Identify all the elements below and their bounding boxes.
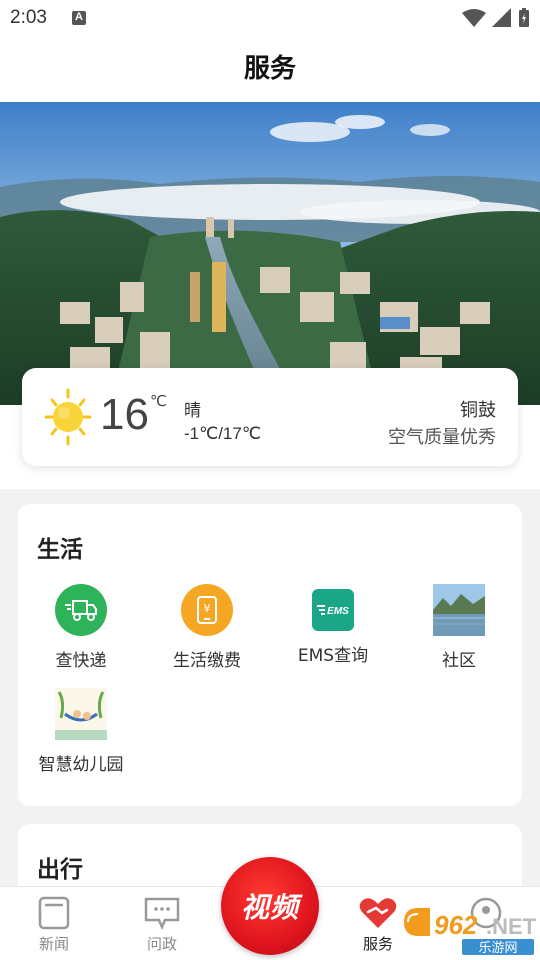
- svg-text:.NET: .NET: [486, 914, 536, 939]
- tab-label: 问政: [146, 935, 177, 953]
- service-smart-kindergarten[interactable]: 智慧幼儿园: [18, 688, 144, 775]
- ems-icon: EMS: [312, 589, 354, 631]
- service-express-tracking[interactable]: 查快递: [18, 584, 144, 671]
- weather-condition: 晴: [184, 401, 201, 421]
- service-label: 生活缴费: [173, 651, 241, 671]
- heart-handshake-icon: [358, 893, 398, 933]
- status-icons: [462, 8, 530, 28]
- svg-text:962: 962: [434, 910, 478, 940]
- svg-text:¥: ¥: [204, 602, 211, 615]
- notification-a-icon: [72, 11, 86, 25]
- service-label: EMS查询: [297, 646, 369, 666]
- tab-label: 新闻: [38, 935, 69, 953]
- signal-icon: [492, 8, 511, 27]
- app-header: 服务: [0, 36, 540, 102]
- status-bar: 2:03: [0, 0, 540, 36]
- tab-news[interactable]: 新闻: [0, 887, 108, 960]
- status-time: 2:03: [10, 7, 47, 28]
- community-photo-icon: [433, 584, 485, 636]
- watermark-logo: 962 .NET 乐游网: [400, 906, 537, 956]
- service-label: 社区: [442, 651, 476, 671]
- temperature-range: -1℃/17℃: [184, 424, 261, 443]
- kindergarten-icon: [55, 688, 107, 740]
- svg-text:EMS: EMS: [327, 606, 349, 617]
- service-ems-query[interactable]: EMS EMS查询: [270, 584, 396, 666]
- delivery-truck-icon: [55, 584, 107, 636]
- temperature: 16: [100, 390, 149, 439]
- battery-icon: [519, 8, 529, 27]
- service-label: 智慧幼儿园: [38, 755, 124, 775]
- chat-icon: [142, 893, 182, 933]
- news-icon: [34, 893, 74, 933]
- air-quality: 空气质量优秀: [388, 427, 496, 448]
- page-title: 服务: [243, 54, 296, 84]
- video-button[interactable]: 视频: [221, 857, 319, 955]
- service-label: 查快递: [55, 651, 107, 671]
- service-bill-payment[interactable]: ¥ 生活缴费: [144, 584, 270, 671]
- service-community[interactable]: 社区: [396, 584, 522, 671]
- bill-payment-icon: ¥: [181, 584, 233, 636]
- sun-icon: [44, 388, 92, 446]
- banner-image[interactable]: [0, 102, 540, 405]
- section-title-travel: 出行: [37, 857, 83, 883]
- weather-card[interactable]: 16 ℃ 晴 -1℃/17℃ 铜鼓 空气质量优秀: [22, 368, 518, 466]
- wifi-icon: [462, 9, 486, 27]
- tab-politics[interactable]: 问政: [108, 887, 216, 960]
- svg-text:乐游网: 乐游网: [478, 941, 517, 956]
- section-title-life: 生活: [37, 537, 83, 563]
- city-name: 铜鼓: [460, 400, 496, 421]
- temperature-unit: ℃: [150, 392, 167, 410]
- life-section: 生活 查快递 ¥ 生活缴费 EMS EMS查询 社区 智慧幼儿园: [18, 504, 522, 806]
- video-label: 视频: [240, 891, 299, 924]
